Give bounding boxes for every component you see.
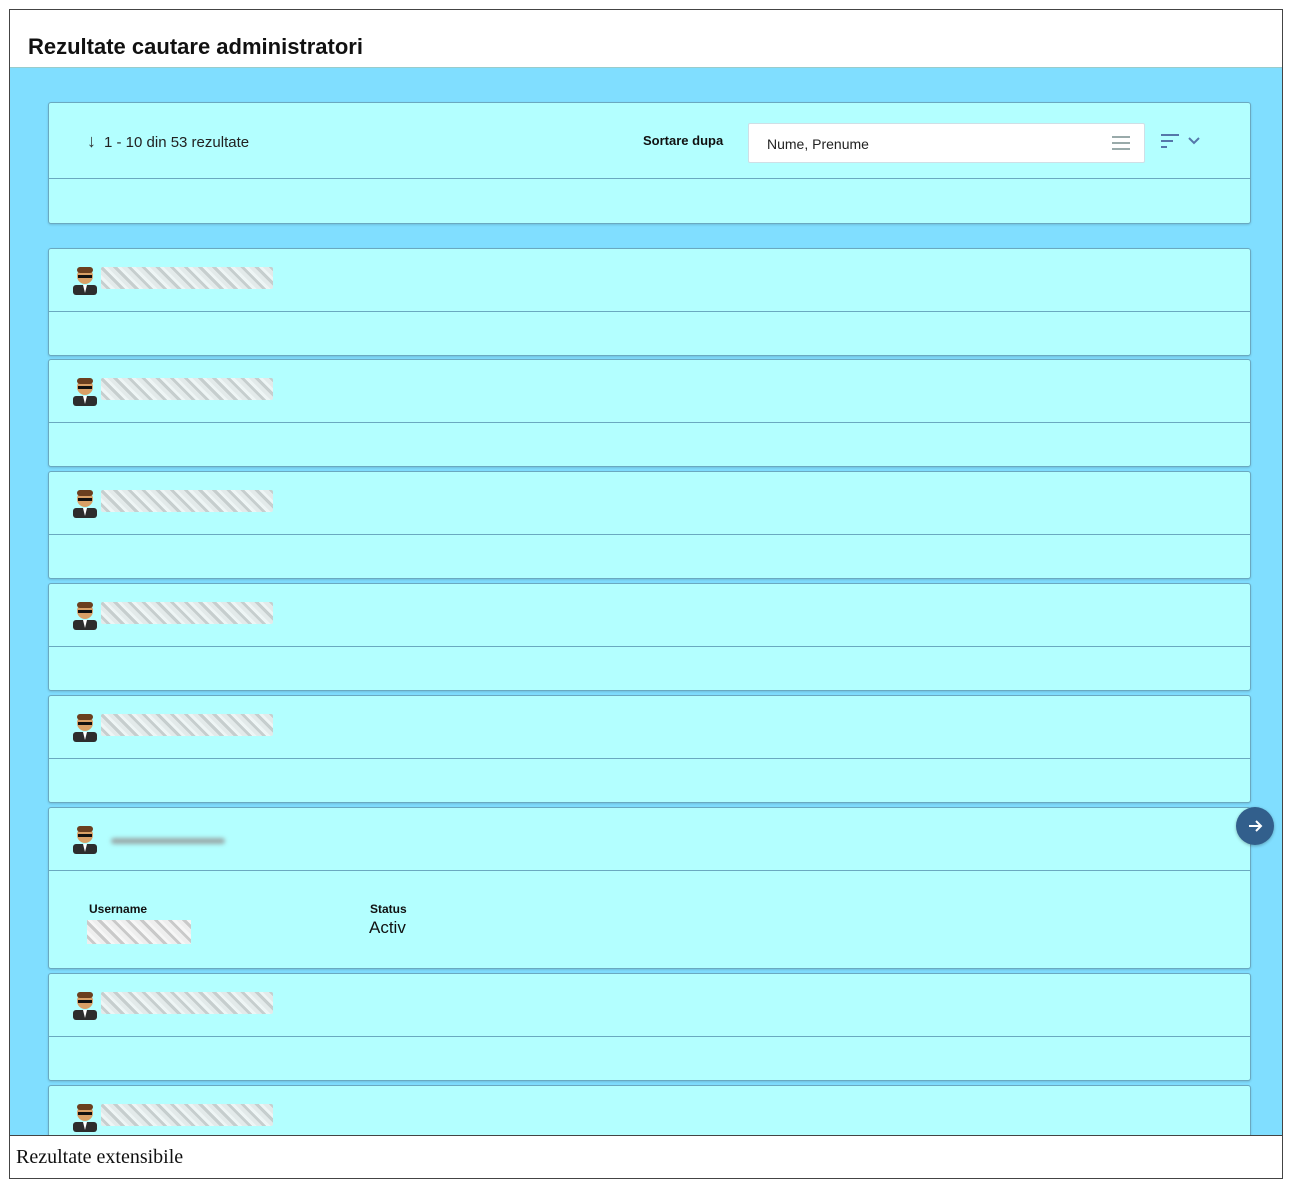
admin-avatar-icon: [71, 263, 99, 295]
results-panel: ↓ 1 - 10 din 53 rezultate Sortare dupa Nu…: [10, 68, 1282, 1135]
result-card[interactable]: Username Status Activ: [48, 807, 1251, 969]
next-button[interactable]: [1236, 807, 1274, 845]
redacted-name: [101, 992, 273, 1014]
redacted-name: [101, 378, 273, 400]
card-divider: [49, 422, 1250, 423]
result-card-header[interactable]: [49, 360, 1250, 422]
sort-select-value: Nume, Prenume: [767, 136, 869, 152]
sort-select[interactable]: Nume, Prenume: [748, 123, 1145, 163]
admin-avatar-icon: [71, 598, 99, 630]
card-divider: [49, 870, 1250, 871]
admin-avatar-icon: [71, 822, 99, 854]
toolbar-divider: [49, 178, 1250, 179]
sort-order-button[interactable]: [1159, 129, 1207, 155]
result-card[interactable]: [48, 1085, 1251, 1135]
result-card-header[interactable]: [49, 808, 1250, 870]
card-divider: [49, 646, 1250, 647]
results-toolbar: ↓ 1 - 10 din 53 rezultate Sortare dupa Nu…: [48, 102, 1251, 224]
result-card-header[interactable]: [49, 249, 1250, 311]
redacted-name: [111, 838, 225, 844]
card-divider: [49, 534, 1250, 535]
result-card[interactable]: [48, 248, 1251, 356]
admin-avatar-icon: [71, 1100, 99, 1132]
redacted-name: [101, 1104, 273, 1126]
status-label: Status: [370, 902, 407, 916]
arrow-down-icon: ↓: [87, 131, 96, 151]
page-title: Rezultate cautare administratori: [28, 34, 363, 59]
menu-lines-icon: [1112, 136, 1130, 150]
redacted-name: [101, 490, 273, 512]
result-card-header[interactable]: [49, 584, 1250, 646]
results-count-text: 1 - 10 din 53 rezultate: [104, 134, 250, 151]
redacted-name: [101, 602, 273, 624]
redacted-name: [101, 714, 273, 736]
redacted-name: [101, 267, 273, 289]
admin-avatar-icon: [71, 374, 99, 406]
result-card[interactable]: [48, 973, 1251, 1081]
admin-avatar-icon: [71, 988, 99, 1020]
status-value: Activ: [369, 918, 406, 937]
card-divider: [49, 1036, 1250, 1037]
result-card-header[interactable]: [49, 1086, 1250, 1135]
title-bar: Rezultate cautare administratori: [10, 10, 1282, 68]
redacted-username: [87, 920, 191, 944]
username-label: Username: [89, 902, 148, 916]
result-card-header[interactable]: [49, 696, 1250, 758]
card-divider: [49, 758, 1250, 759]
result-card[interactable]: [48, 359, 1251, 467]
sort-descending-icon: [1161, 134, 1200, 148]
card-divider: [49, 311, 1250, 312]
figure-caption: Rezultate extensibile: [10, 1135, 1282, 1178]
admin-avatar-icon: [71, 486, 99, 518]
result-card[interactable]: [48, 471, 1251, 579]
results-count: ↓ 1 - 10 din 53 rezultate: [87, 131, 249, 152]
window-frame: Rezultate cautare administratori ↓ 1 - 10…: [9, 9, 1283, 1179]
sort-label: Sortare dupa: [643, 133, 724, 148]
result-card-header[interactable]: [49, 974, 1250, 1036]
result-card-header[interactable]: [49, 472, 1250, 534]
admin-avatar-icon: [71, 710, 99, 742]
arrow-right-icon: [1249, 820, 1263, 832]
result-card[interactable]: [48, 583, 1251, 691]
result-card[interactable]: [48, 695, 1251, 803]
